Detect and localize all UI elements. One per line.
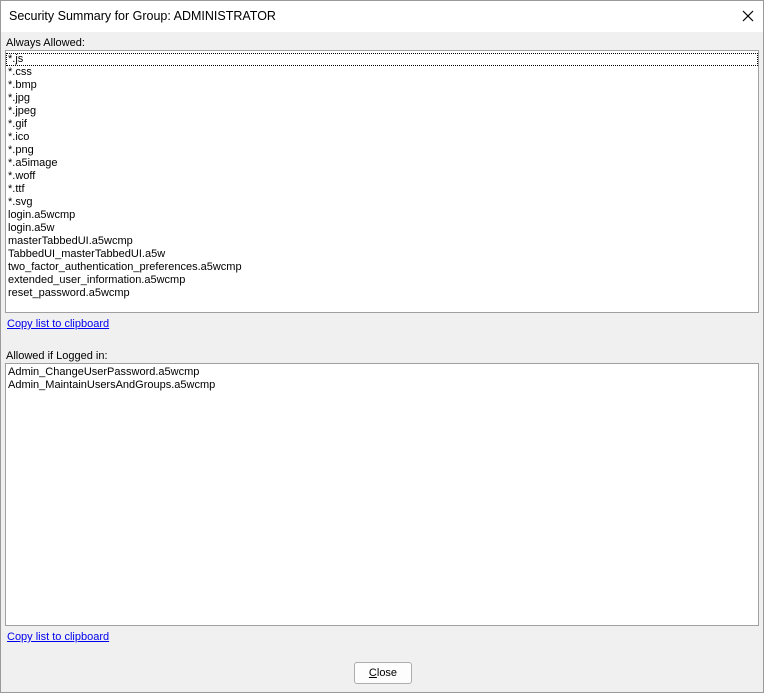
security-summary-dialog: Security Summary for Group: ADMINISTRATO… [0,0,764,693]
list-item[interactable]: Admin_MaintainUsersAndGroups.a5wcmp [6,379,758,392]
list-item[interactable]: Admin_ChangeUserPassword.a5wcmp [6,366,758,379]
title-bar: Security Summary for Group: ADMINISTRATO… [1,1,763,32]
list-item[interactable]: *.a5image [6,157,758,170]
list-item[interactable]: masterTabbedUI.a5wcmp [6,235,758,248]
close-button-label: lose [376,667,398,679]
list-item[interactable]: login.a5w [6,222,758,235]
list-item[interactable]: two_factor_authentication_preferences.a5… [6,261,758,274]
allowed-if-logged-in-list[interactable]: Admin_ChangeUserPassword.a5wcmp Admin_Mai… [5,363,759,626]
list-item[interactable]: *.png [6,144,758,157]
list-item[interactable]: *.js [6,53,758,66]
window-title: Security Summary for Group: ADMINISTRATO… [9,9,276,23]
always-allowed-label: Always Allowed: [6,37,85,49]
always-allowed-list[interactable]: *.js *.css *.bmp *.jpg *.jpeg *.gif *.ico *.png… [5,50,759,313]
list-item[interactable]: *.jpg [6,92,758,105]
list-item[interactable]: login.a5wcmp [6,209,758,222]
list-item[interactable]: *.bmp [6,79,758,92]
list-item[interactable]: *.woff [6,170,758,183]
list-item[interactable]: *.ttf [6,183,758,196]
list-item[interactable]: *.ico [6,131,758,144]
list-item[interactable]: *.svg [6,196,758,209]
list-item[interactable]: extended_user_information.a5wcmp [6,274,758,287]
copy-logged-in-link[interactable]: Copy list to clipboard [7,631,109,643]
list-item[interactable]: *.jpeg [6,105,758,118]
list-item[interactable]: TabbedUI_masterTabbedUI.a5w [6,248,758,261]
allowed-if-logged-in-label: Allowed if Logged in: [6,350,108,362]
close-button[interactable]: Close [354,662,412,684]
list-item[interactable]: reset_password.a5wcmp [6,287,758,300]
window-close-button[interactable] [733,1,763,32]
list-item[interactable]: *.css [6,66,758,79]
close-icon [742,10,754,22]
close-button-mnemonic: C [368,667,377,679]
copy-always-allowed-link[interactable]: Copy list to clipboard [7,318,109,330]
list-item[interactable]: *.gif [6,118,758,131]
